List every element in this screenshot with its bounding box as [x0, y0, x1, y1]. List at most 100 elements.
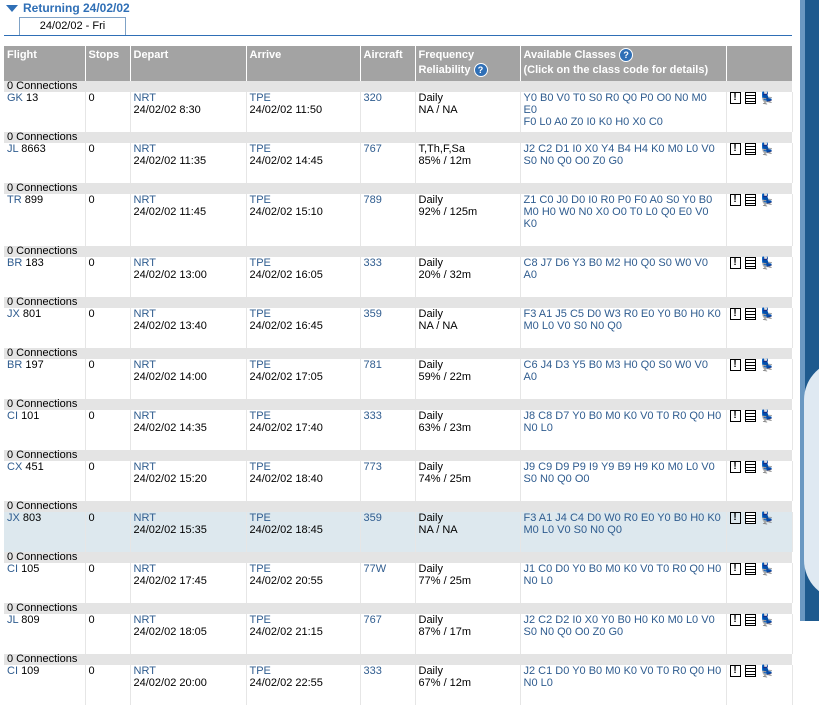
- alert-icon[interactable]: !: [729, 143, 741, 155]
- class-codes-line[interactable]: F0 L0 A0 Z0 I0 K0 H0 X0 C0: [524, 116, 663, 128]
- classes-help-icon[interactable]: ?: [619, 48, 634, 63]
- seat-map-icon[interactable]: 💺: [760, 563, 775, 576]
- depart-airport-link[interactable]: NRT: [134, 614, 156, 626]
- airline-code-link[interactable]: TR: [7, 194, 22, 206]
- arrive-airport-link[interactable]: TPE: [250, 410, 271, 422]
- airline-code-link[interactable]: BR: [7, 359, 22, 371]
- seat-map-icon[interactable]: 💺: [760, 410, 775, 423]
- flight-row[interactable]: CX 451 0 NRT 24/02/02 15:20 TPE 24/02/02 18:4…: [4, 461, 793, 501]
- class-codes-line[interactable]: Z1 C0 J0 D0 I0 R0 P0 F0 A0 S0 Y0 B0: [524, 194, 713, 206]
- arrive-airport-link[interactable]: TPE: [250, 665, 271, 677]
- seat-map-icon[interactable]: 💺: [760, 461, 775, 474]
- class-codes-line[interactable]: A0: [524, 269, 537, 281]
- details-list-icon[interactable]: [744, 194, 756, 206]
- class-codes-line[interactable]: S0 N0 Q0 O0: [524, 473, 590, 485]
- aircraft-link[interactable]: 333: [364, 410, 382, 422]
- aircraft-link[interactable]: 333: [364, 665, 382, 677]
- alert-icon[interactable]: !: [729, 665, 741, 677]
- alert-icon[interactable]: !: [729, 563, 741, 575]
- arrive-airport-link[interactable]: TPE: [250, 257, 271, 269]
- depart-airport-link[interactable]: NRT: [134, 359, 156, 371]
- arrive-airport-link[interactable]: TPE: [250, 614, 271, 626]
- flight-row[interactable]: JL 8663 0 NRT 24/02/02 11:35 TPE 24/02/02 14:…: [4, 143, 793, 183]
- depart-airport-link[interactable]: NRT: [134, 563, 156, 575]
- alert-icon[interactable]: !: [729, 614, 741, 626]
- class-codes-line[interactable]: F3 A1 J4 C4 D0 W0 R0 E0 Y0 B0 H0 K0: [524, 512, 721, 524]
- details-list-icon[interactable]: [744, 563, 756, 575]
- arrive-airport-link[interactable]: TPE: [250, 143, 271, 155]
- depart-airport-link[interactable]: NRT: [134, 308, 156, 320]
- section-header[interactable]: Returning 24/02/02: [4, 0, 794, 17]
- seat-map-icon[interactable]: 💺: [760, 194, 775, 207]
- class-codes-line[interactable]: K0: [524, 218, 537, 230]
- flight-row[interactable]: CI 105 0 NRT 24/02/02 17:45 TPE 24/02/02 20:5…: [4, 563, 793, 603]
- class-codes-line[interactable]: N0 L0: [524, 677, 553, 689]
- class-codes-line[interactable]: N0 L0: [524, 422, 553, 434]
- depart-airport-link[interactable]: NRT: [134, 410, 156, 422]
- arrive-airport-link[interactable]: TPE: [250, 563, 271, 575]
- seat-map-icon[interactable]: 💺: [760, 359, 775, 372]
- class-codes-line[interactable]: Y0 B0 V0 T0 S0 R0 Q0 P0 O0 N0 M0 E0: [524, 92, 707, 116]
- alert-icon[interactable]: !: [729, 308, 741, 320]
- seat-map-icon[interactable]: 💺: [760, 308, 775, 321]
- aircraft-link[interactable]: 333: [364, 257, 382, 269]
- aircraft-link[interactable]: 789: [364, 194, 382, 206]
- aircraft-link[interactable]: 767: [364, 143, 382, 155]
- details-list-icon[interactable]: [744, 308, 756, 320]
- flight-row[interactable]: BR 183 0 NRT 24/02/02 13:00 TPE 24/02/02 16:0…: [4, 257, 793, 297]
- airline-code-link[interactable]: CI: [7, 563, 18, 575]
- depart-airport-link[interactable]: NRT: [134, 461, 156, 473]
- flight-row[interactable]: TR 899 0 NRT 24/02/02 11:45 TPE 24/02/02 15:1…: [4, 194, 793, 246]
- airline-code-link[interactable]: JX: [7, 308, 20, 320]
- aircraft-link[interactable]: 767: [364, 614, 382, 626]
- flight-row[interactable]: JX 801 0 NRT 24/02/02 13:40 TPE 24/02/02 16:4…: [4, 308, 793, 348]
- airline-code-link[interactable]: GK: [7, 92, 23, 104]
- class-codes-line[interactable]: J2 C1 D0 Y0 B0 M0 K0 V0 T0 R0 Q0 H0: [524, 665, 722, 677]
- aircraft-link[interactable]: 77W: [364, 563, 387, 575]
- details-list-icon[interactable]: [744, 410, 756, 422]
- arrive-airport-link[interactable]: TPE: [250, 461, 271, 473]
- flight-row[interactable]: JL 809 0 NRT 24/02/02 18:05 TPE 24/02/02 21:1…: [4, 614, 793, 654]
- flight-row[interactable]: CI 109 0 NRT 24/02/02 20:00 TPE 24/02/02 22:5…: [4, 665, 793, 705]
- reliability-help-icon[interactable]: ?: [473, 63, 488, 78]
- seat-map-icon[interactable]: 💺: [760, 257, 775, 270]
- flight-row[interactable]: GK 13 0 NRT 24/02/02 8:30 TPE 24/02/02 11:50 3…: [4, 92, 793, 132]
- airline-code-link[interactable]: JL: [7, 143, 18, 155]
- date-tab[interactable]: 24/02/02 - Fri: [19, 17, 126, 35]
- aircraft-link[interactable]: 320: [364, 92, 382, 104]
- arrive-airport-link[interactable]: TPE: [250, 512, 271, 524]
- flight-row[interactable]: BR 197 0 NRT 24/02/02 14:00 TPE 24/02/02 17:0…: [4, 359, 793, 399]
- depart-airport-link[interactable]: NRT: [134, 143, 156, 155]
- class-codes-line[interactable]: J9 C9 D9 P9 I9 Y9 B9 H9 K0 M0 L0 V0: [524, 461, 715, 473]
- airline-code-link[interactable]: JL: [7, 614, 18, 626]
- seat-map-icon[interactable]: 💺: [760, 512, 775, 525]
- details-list-icon[interactable]: [744, 614, 756, 626]
- seat-map-icon[interactable]: 💺: [760, 92, 775, 105]
- details-list-icon[interactable]: [744, 461, 756, 473]
- alert-icon[interactable]: !: [729, 410, 741, 422]
- airline-code-link[interactable]: BR: [7, 257, 22, 269]
- airline-code-link[interactable]: CI: [7, 410, 18, 422]
- class-codes-line[interactable]: S0 N0 Q0 O0 Z0 G0: [524, 626, 624, 638]
- depart-airport-link[interactable]: NRT: [134, 194, 156, 206]
- class-codes-line[interactable]: M0 L0 V0 S0 N0 Q0: [524, 320, 622, 332]
- class-codes-line[interactable]: A0: [524, 371, 537, 383]
- details-list-icon[interactable]: [744, 143, 756, 155]
- aircraft-link[interactable]: 359: [364, 308, 382, 320]
- arrive-airport-link[interactable]: TPE: [250, 359, 271, 371]
- arrive-airport-link[interactable]: TPE: [250, 92, 271, 104]
- details-list-icon[interactable]: [744, 665, 756, 677]
- class-codes-line[interactable]: M0 H0 W0 N0 X0 O0 T0 L0 Q0 E0 V0: [524, 206, 709, 218]
- depart-airport-link[interactable]: NRT: [134, 92, 156, 104]
- alert-icon[interactable]: !: [729, 92, 741, 104]
- airline-code-link[interactable]: CI: [7, 665, 18, 677]
- aircraft-link[interactable]: 359: [364, 512, 382, 524]
- flight-row[interactable]: JX 803 0 NRT 24/02/02 15:35 TPE 24/02/02 18:4…: [4, 512, 793, 552]
- class-codes-line[interactable]: C6 J4 D3 Y5 B0 M3 H0 Q0 S0 W0 V0: [524, 359, 708, 371]
- arrive-airport-link[interactable]: TPE: [250, 194, 271, 206]
- details-list-icon[interactable]: [744, 257, 756, 269]
- arrive-airport-link[interactable]: TPE: [250, 308, 271, 320]
- class-codes-line[interactable]: S0 N0 Q0 O0 Z0 G0: [524, 155, 624, 167]
- class-codes-line[interactable]: J2 C2 D1 I0 X0 Y4 B4 H4 K0 M0 L0 V0: [524, 143, 715, 155]
- class-codes-line[interactable]: C8 J7 D6 Y3 B0 M2 H0 Q0 S0 W0 V0: [524, 257, 708, 269]
